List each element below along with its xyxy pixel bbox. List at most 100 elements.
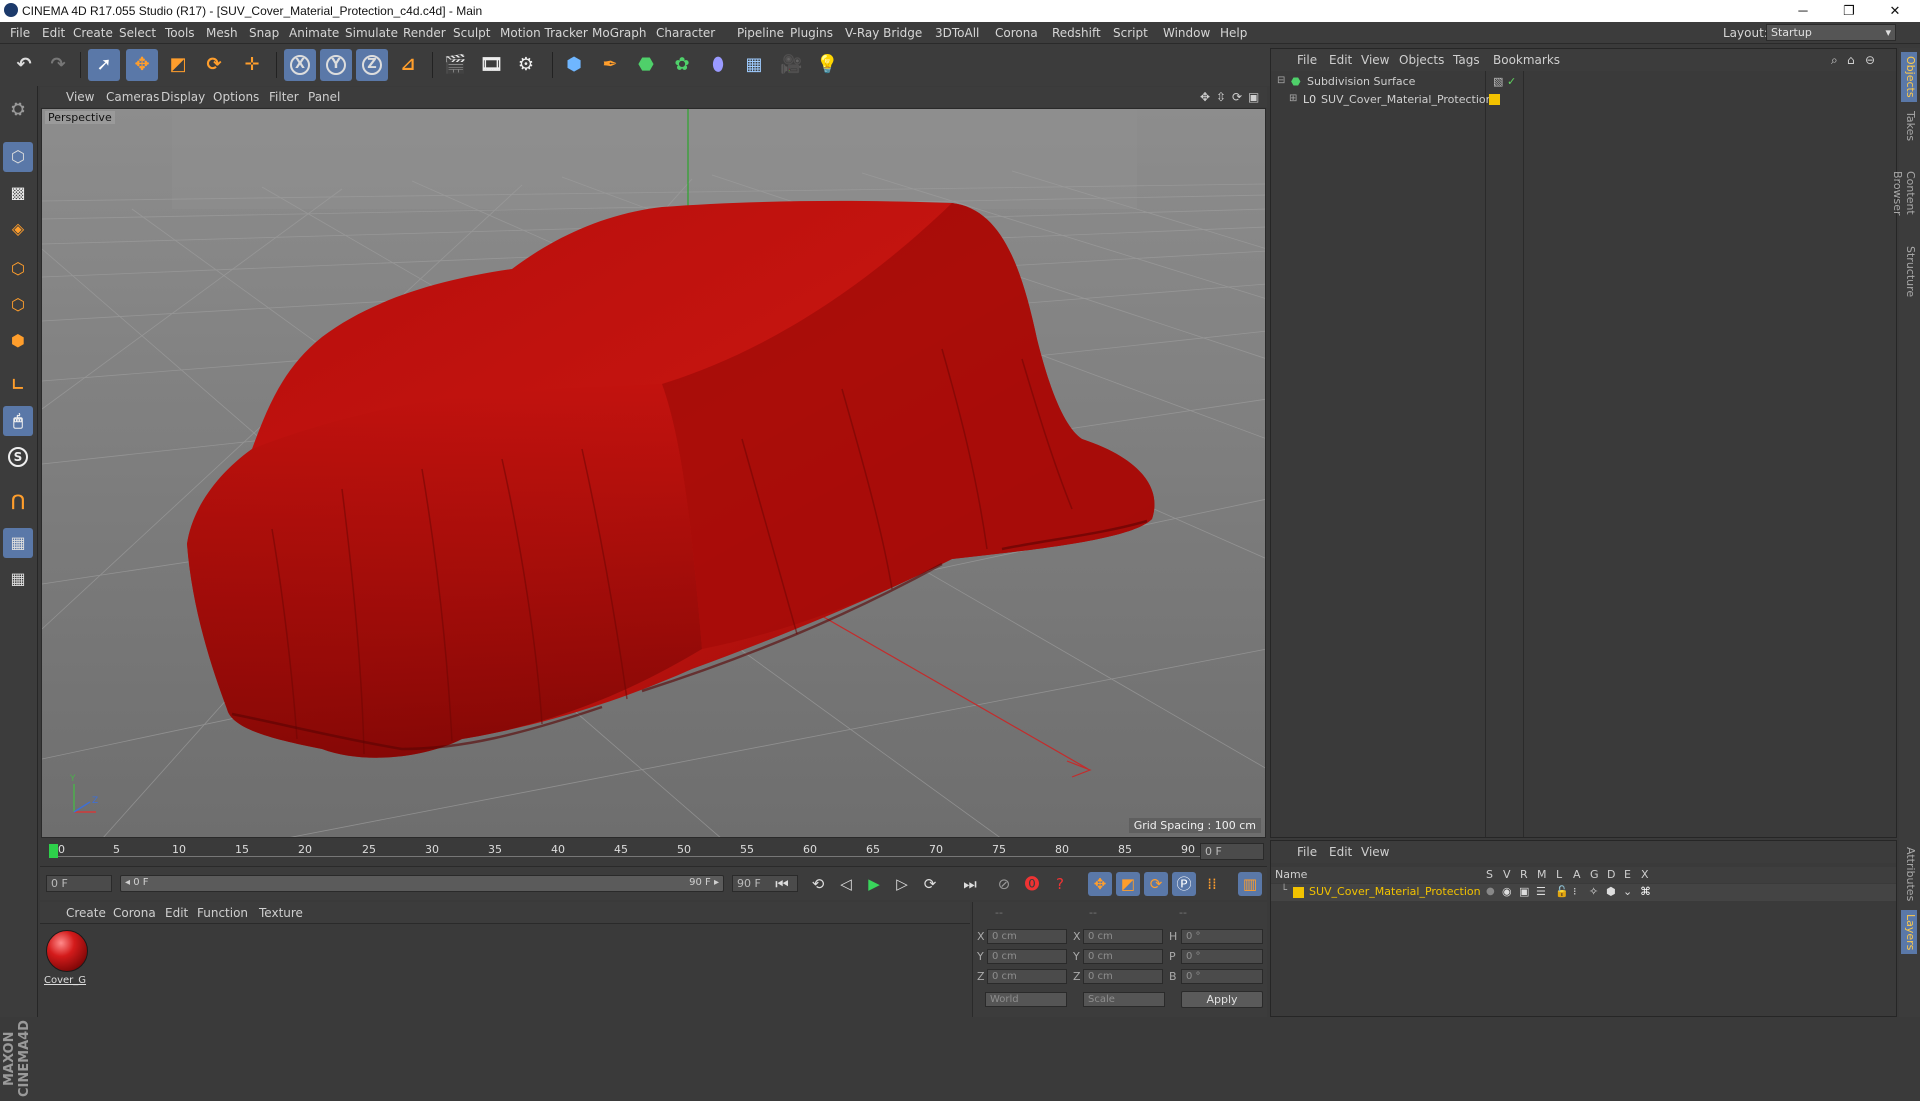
menu-window[interactable]: Window	[1163, 26, 1210, 40]
material-menu-create[interactable]: Create	[66, 906, 106, 920]
home-icon[interactable]: ⌂	[1847, 53, 1855, 67]
solo-column-header[interactable]: S	[1486, 868, 1493, 881]
workplane-lock-button[interactable]: ▦	[3, 528, 33, 558]
light-button[interactable]: 💡	[810, 49, 842, 81]
record-active-button[interactable]: ⓿	[1020, 872, 1044, 896]
lock-x-axis-button[interactable]: X	[284, 49, 316, 81]
size-x-field[interactable]: 0 cm	[1083, 929, 1163, 944]
autokey-button[interactable]: ?	[1048, 872, 1072, 896]
model-mode-button[interactable]: ⬡	[3, 142, 33, 172]
name-column-header[interactable]: Name	[1275, 868, 1307, 881]
polygons-mode-button[interactable]: ⬢	[3, 326, 33, 356]
texture-mode-button[interactable]: ▩	[3, 178, 33, 208]
render-toggle-icon[interactable]: ▣	[1519, 885, 1529, 898]
size-mode-select[interactable]: Scale	[1083, 992, 1165, 1007]
menu-create[interactable]: Create	[73, 26, 113, 40]
generators-column-header[interactable]: G	[1590, 868, 1599, 881]
layers-menu-view[interactable]: View	[1361, 845, 1389, 859]
timeline-ruler[interactable]: 0 5 10 15 20 25 30 35 40 45 50 55 60 65 …	[40, 840, 1267, 864]
viewport-rotate-icon[interactable]: ⟳	[1232, 90, 1242, 104]
viewport-menu-view[interactable]: View	[66, 90, 94, 104]
start-frame-field[interactable]: 0 F	[46, 875, 112, 892]
objects-menu-edit[interactable]: Edit	[1329, 53, 1352, 67]
previous-frame-button[interactable]: ◁	[834, 872, 858, 896]
object-row-subdivision-surface[interactable]: ⊟ ⬣ Subdivision Surface	[1273, 73, 1483, 91]
objects-menu-file[interactable]: File	[1297, 53, 1317, 67]
animation-column-header[interactable]: A	[1573, 868, 1581, 881]
material-menu-function[interactable]: Function	[197, 906, 248, 920]
workplane-align-button[interactable]: ▦	[3, 564, 33, 594]
apply-button[interactable]: Apply	[1181, 991, 1263, 1008]
cube-primitive-button[interactable]: ⬢	[558, 49, 590, 81]
workplane-mode-button[interactable]: ◈	[3, 214, 33, 244]
animation-toggle-icon[interactable]: ⁝	[1573, 885, 1577, 898]
deformer-toggle-icon[interactable]: ⬢	[1606, 885, 1616, 898]
viewport-menu-display[interactable]: Display	[161, 90, 205, 104]
objects-menu-view[interactable]: View	[1361, 53, 1389, 67]
layer-name[interactable]: SUV_Cover_Material_Protection	[1309, 885, 1481, 898]
menu-corona[interactable]: Corona	[995, 26, 1038, 40]
magnet-button[interactable]: ⋂	[3, 486, 33, 516]
menu-tools[interactable]: Tools	[165, 26, 195, 40]
layer-color-swatch[interactable]	[1293, 887, 1304, 898]
edges-mode-button[interactable]: ⬡	[3, 290, 33, 320]
viewport-menu-panel[interactable]: Panel	[308, 90, 340, 104]
subdivision-generator-button[interactable]: ⬣	[630, 49, 662, 81]
coordinate-mode-select[interactable]: World	[985, 992, 1067, 1007]
pos-y-field[interactable]: 0 cm	[987, 949, 1067, 964]
deformer-button[interactable]: ⬮	[702, 49, 734, 81]
menu-mograph[interactable]: MoGraph	[592, 26, 647, 40]
viewport-maximize-icon[interactable]: ▣	[1248, 90, 1259, 104]
enabled-checkmark-icon[interactable]: ✓	[1507, 75, 1516, 88]
expression-toggle-icon[interactable]: ⌄	[1623, 885, 1632, 898]
menu-sculpt[interactable]: Sculpt	[453, 26, 490, 40]
size-y-field[interactable]: 0 cm	[1083, 949, 1163, 964]
key-rotation-button[interactable]: ⟳	[1144, 872, 1168, 896]
tab-takes[interactable]: Takes	[1901, 108, 1917, 144]
render-column-header[interactable]: R	[1520, 868, 1528, 881]
material-thumbnail[interactable]: Cover_G	[42, 926, 92, 986]
3d-viewport[interactable]: Y Z Perspective Grid Spacing : 100 cm	[41, 108, 1266, 838]
layer-row[interactable]: └ SUV_Cover_Material_Protection ● ◉ ▣ ☰ …	[1271, 884, 1896, 901]
layers-menu-file[interactable]: File	[1297, 845, 1317, 859]
objects-menu-bookmarks[interactable]: Bookmarks	[1493, 53, 1560, 67]
undo-button[interactable]: ↶	[8, 49, 40, 81]
tab-attributes[interactable]: Attributes	[1901, 844, 1917, 904]
previous-key-button[interactable]: ⟲	[806, 872, 830, 896]
object-manager-options-icon[interactable]: ⊖	[1865, 53, 1875, 67]
menu-help[interactable]: Help	[1220, 26, 1247, 40]
camera-button[interactable]: 🎥	[774, 49, 806, 81]
viewport-zoom-icon[interactable]: ⇳	[1216, 90, 1226, 104]
tab-layers[interactable]: Layers	[1901, 910, 1917, 954]
layout-select[interactable]: Startup ▾	[1766, 24, 1896, 41]
menu-script[interactable]: Script	[1113, 26, 1148, 40]
pen-spline-button[interactable]: ✒	[594, 49, 626, 81]
viewport-menu-options[interactable]: Options	[213, 90, 259, 104]
menu-select[interactable]: Select	[119, 26, 156, 40]
locked-column-header[interactable]: L	[1556, 868, 1562, 881]
next-key-button[interactable]: ⟳	[918, 872, 942, 896]
search-icon[interactable]: ⌕	[1831, 53, 1838, 68]
preview-range-slider[interactable]: ◂ 0 F 90 F ▸	[120, 875, 724, 892]
rotate-tool-button[interactable]: ⟳	[198, 49, 230, 81]
menu-snap[interactable]: Snap	[249, 26, 279, 40]
viewport-move-icon[interactable]: ✥	[1200, 90, 1210, 104]
viewport-menu-cameras[interactable]: Cameras	[106, 90, 159, 104]
lock-icon[interactable]: 🔓	[1555, 885, 1569, 898]
layers-menu-edit[interactable]: Edit	[1329, 845, 1352, 859]
menu-motion-tracker[interactable]: Motion Tracker	[500, 26, 588, 40]
objects-menu-objects[interactable]: Objects	[1399, 53, 1444, 67]
menu-3dtoall[interactable]: 3DToAll	[935, 26, 979, 40]
minimize-button[interactable]: ─	[1780, 0, 1826, 22]
restore-button[interactable]: ❐	[1826, 0, 1872, 22]
menu-pipeline[interactable]: Pipeline	[737, 26, 784, 40]
menu-simulate[interactable]: Simulate	[345, 26, 398, 40]
key-scale-button[interactable]: ◩	[1116, 872, 1140, 896]
lock-z-axis-button[interactable]: Z	[356, 49, 388, 81]
play-button[interactable]: ▶	[862, 872, 886, 896]
next-frame-button[interactable]: ▷	[890, 872, 914, 896]
layer-tag-icon[interactable]: ▧	[1493, 75, 1503, 88]
deformers-column-header[interactable]: D	[1607, 868, 1615, 881]
viewport-menu-filter[interactable]: Filter	[269, 90, 299, 104]
xref-toggle-icon[interactable]: ⌘	[1640, 885, 1651, 898]
